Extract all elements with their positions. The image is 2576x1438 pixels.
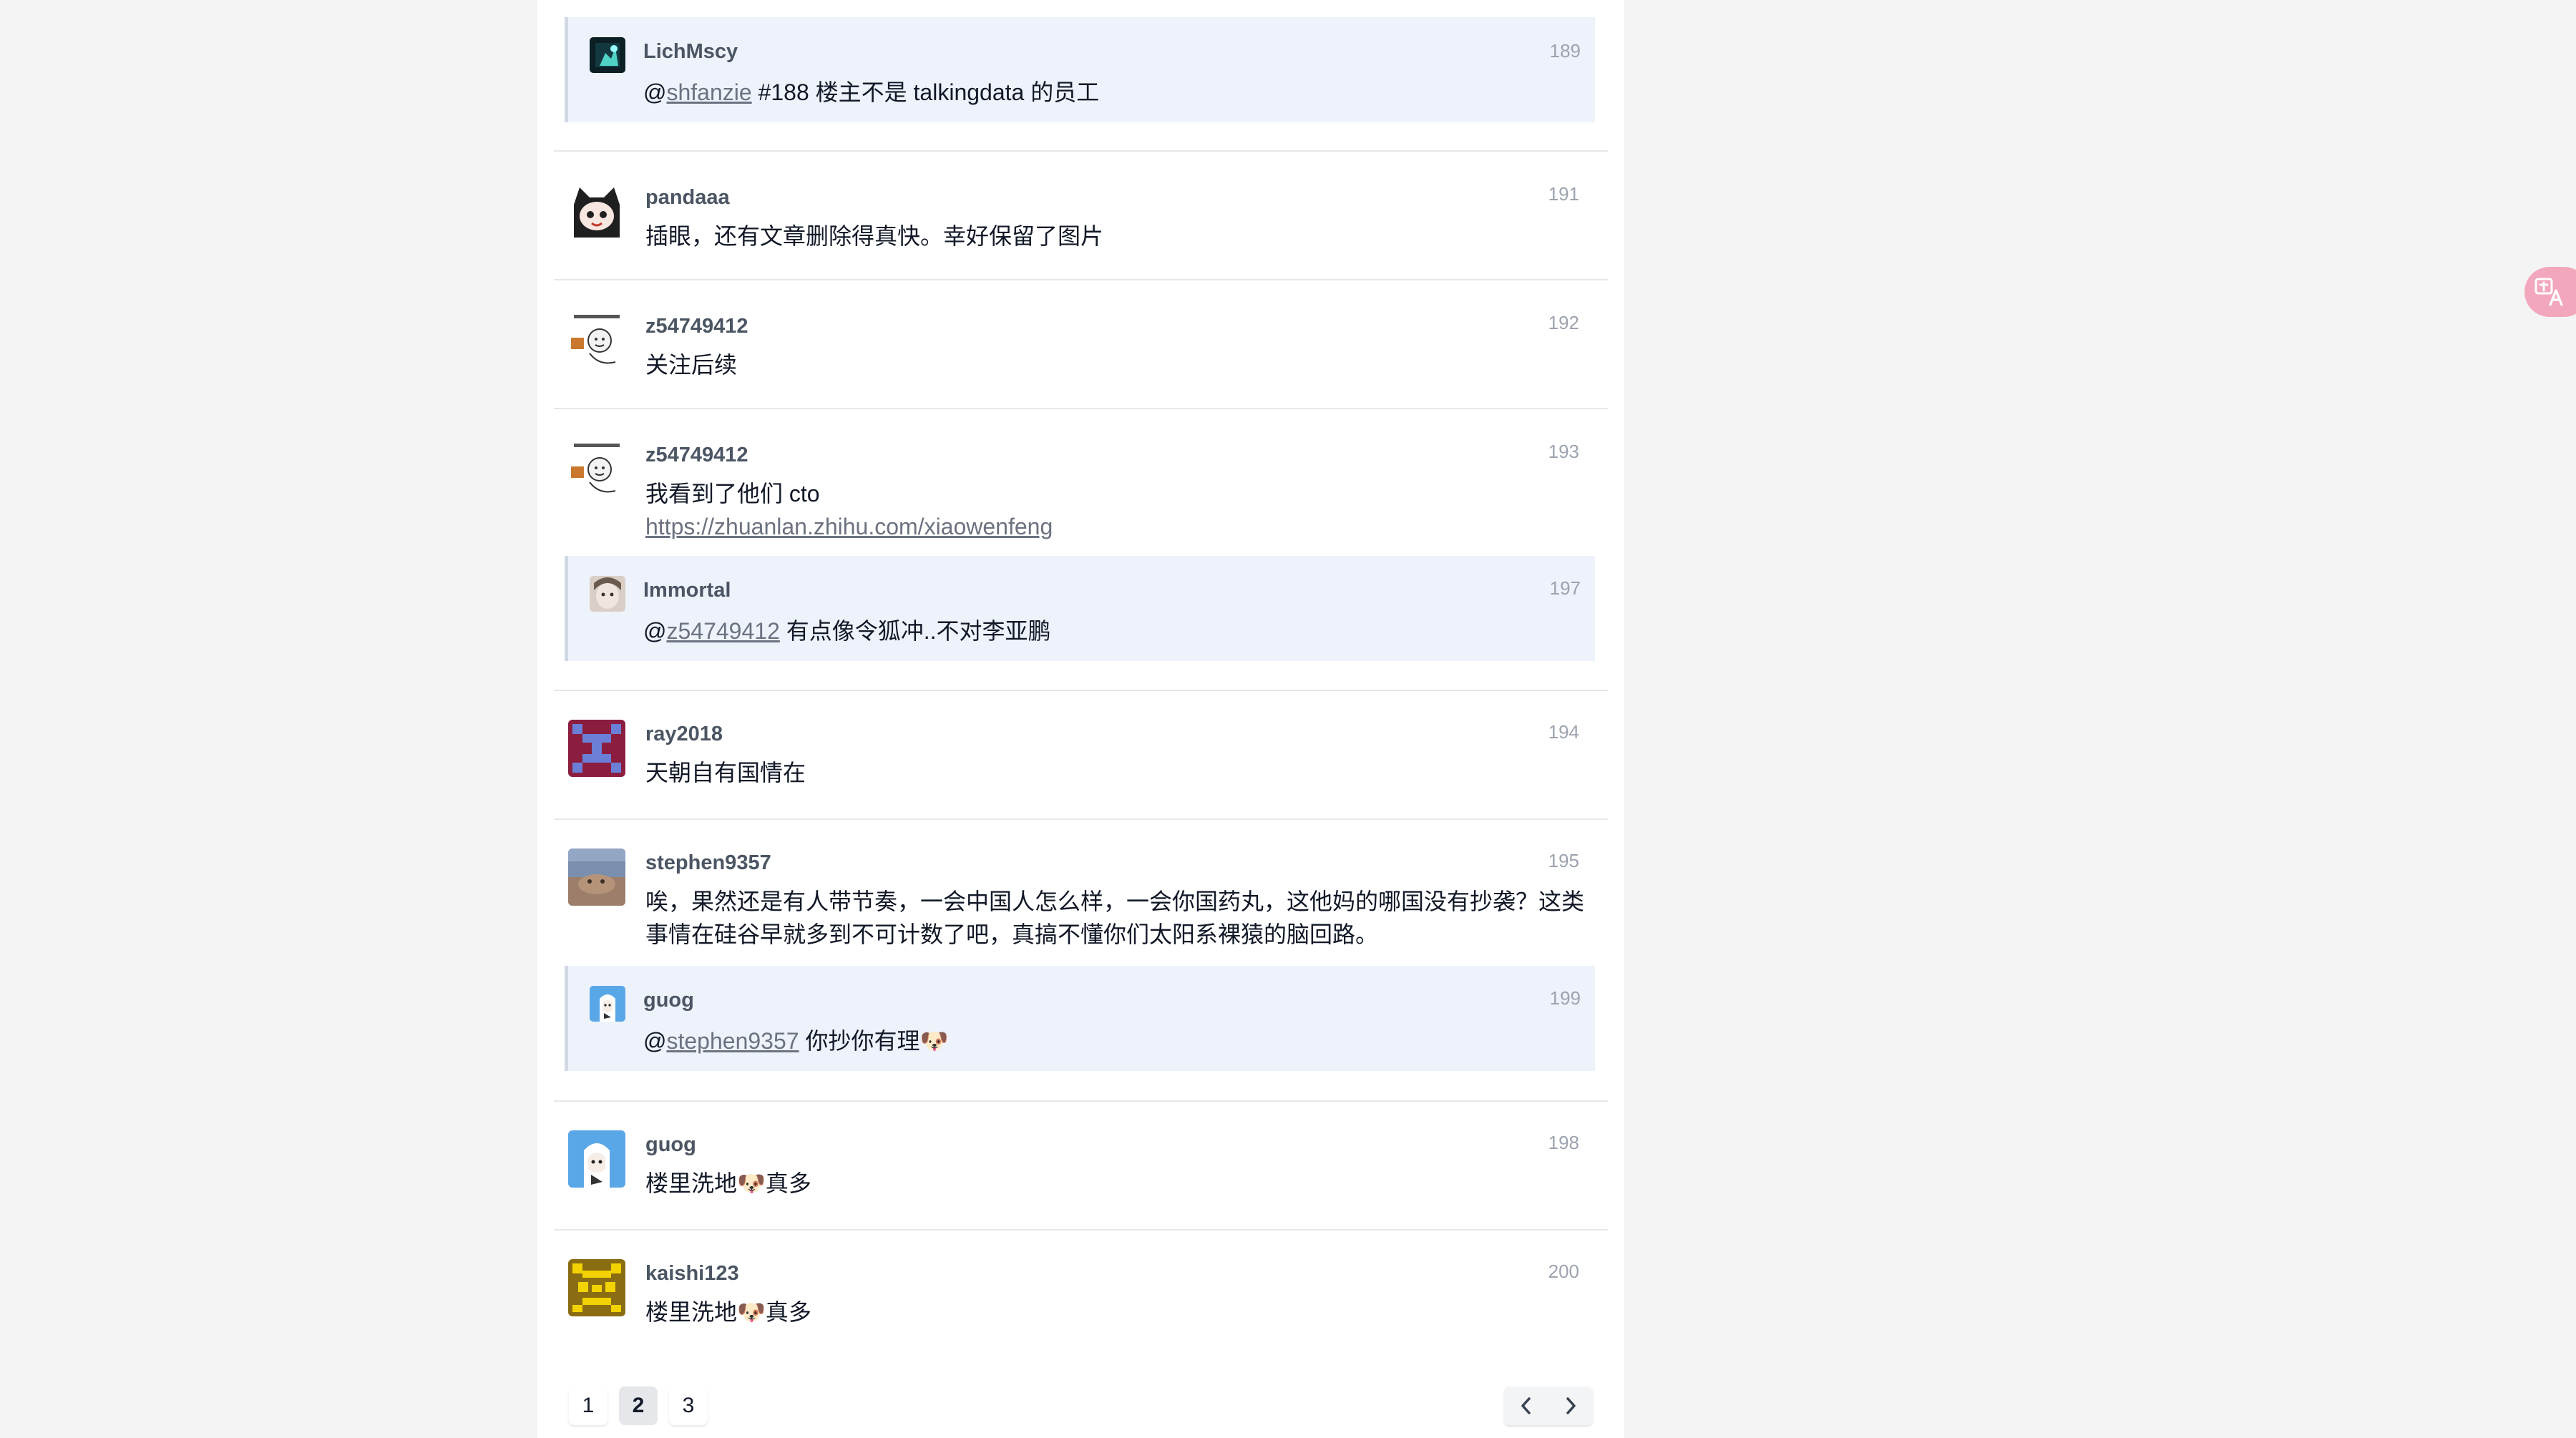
external-link[interactable]: https://zhuanlan.zhihu.com/xiaowenfeng — [645, 514, 1053, 539]
previous-page-button[interactable] — [1504, 1386, 1548, 1425]
reply-text: 有点像令狐冲..不对李亚鹏 — [779, 618, 1051, 644]
page-3-button[interactable]: 3 — [669, 1386, 708, 1425]
cat-hood-avatar-icon — [568, 183, 625, 240]
photo-avatar-icon — [590, 576, 625, 612]
chevron-right-icon — [1566, 1397, 1576, 1414]
username[interactable]: stephen9357 — [645, 851, 771, 875]
list-item: z54749412 192 关注后续 — [554, 280, 1608, 409]
list-item: LichMscy 189 @shfanzie #188 楼主不是 talking… — [554, 0, 1608, 152]
avatar[interactable] — [568, 183, 625, 240]
reply-block: LichMscy 189 @shfanzie #188 楼主不是 talking… — [565, 17, 1595, 122]
floor-number: 189 — [1549, 40, 1581, 62]
floor-number: 195 — [1548, 850, 1579, 871]
mention-prefix: @ — [643, 79, 667, 105]
floor-number: 191 — [1548, 183, 1579, 205]
reply-block: Immortal 197 @z54749412 有点像令狐冲..不对李亚鹏 — [565, 556, 1595, 661]
avatar[interactable] — [590, 37, 625, 73]
floor-number: 200 — [1548, 1261, 1579, 1282]
floor-number: 198 — [1548, 1132, 1579, 1153]
post-content: 插眼，还有文章删除得真快。幸好保留了图片 — [645, 223, 1104, 249]
mention-prefix: @ — [643, 1028, 667, 1054]
translate-button[interactable] — [2524, 267, 2576, 317]
post-content: 唉，果然还是有人带节奏，一会中国人怎么样，一会你国药丸，这他妈的哪国没有抄袭？这… — [645, 889, 1585, 947]
post-content: 关注后续 — [645, 352, 738, 378]
username[interactable]: kaishi123 — [645, 1262, 739, 1286]
anime-avatar-icon — [590, 986, 625, 1022]
reply-text: #188 楼主不是 talkingdata 的员工 — [751, 79, 1100, 105]
floor-number: 192 — [1548, 312, 1579, 333]
reply-content: @stephen9357 你抄你有理🐶 — [643, 1024, 1581, 1057]
reply-block: guog 199 @stephen9357 你抄你有理🐶 — [565, 966, 1595, 1071]
list-item: z54749412 193 我看到了他们 cto https://zhuanla… — [554, 409, 1608, 691]
thread-column: LichMscy 189 @shfanzie #188 楼主不是 talking… — [537, 0, 1624, 1438]
username[interactable]: pandaaa — [645, 186, 730, 210]
list-item: stephen9357 195 唉，果然还是有人带节奏，一会中国人怎么样，一会你… — [554, 820, 1608, 1102]
avatar[interactable] — [590, 986, 625, 1022]
list-item: ray2018 194 天朝自有国情在 — [554, 691, 1608, 820]
avatar[interactable] — [568, 312, 625, 369]
pixel-identicon-avatar-icon — [568, 720, 625, 777]
avatar[interactable] — [568, 441, 625, 498]
reply-content: @z54749412 有点像令狐冲..不对李亚鹏 — [643, 615, 1581, 647]
list-item: guog 198 楼里洗地🐶真多 — [554, 1102, 1608, 1231]
floor-number: 194 — [1548, 721, 1579, 743]
anime-avatar-icon — [568, 1130, 625, 1188]
floor-number: 199 — [1549, 987, 1581, 1009]
floor-number: 197 — [1549, 577, 1581, 599]
post-content: 楼里洗地🐶真多 — [645, 1299, 811, 1325]
username[interactable]: Immortal — [643, 579, 731, 602]
post-content: 楼里洗地🐶真多 — [645, 1170, 811, 1196]
next-page-button[interactable] — [1548, 1386, 1593, 1425]
dark-avatar-icon — [590, 37, 625, 73]
list-item: pandaaa 191 插眼，还有文章删除得真快。幸好保留了图片 — [554, 152, 1608, 280]
avatar[interactable] — [568, 720, 625, 777]
list-item: kaishi123 200 楼里洗地🐶真多 — [554, 1231, 1608, 1366]
pager-nav — [1504, 1386, 1593, 1425]
avatar[interactable] — [568, 848, 625, 906]
mention-prefix: @ — [643, 618, 667, 644]
avatar[interactable] — [590, 576, 625, 612]
translate-icon — [2534, 278, 2563, 306]
mention-link[interactable]: z54749412 — [666, 618, 779, 644]
pagination: 1 2 3 — [569, 1386, 708, 1425]
username[interactable]: guog — [643, 989, 694, 1012]
chevron-left-icon — [1521, 1397, 1531, 1414]
page-1-button[interactable]: 1 — [569, 1386, 608, 1425]
meme-sticker-avatar-icon — [568, 441, 625, 498]
avatar[interactable] — [568, 1130, 625, 1188]
meme-sticker-avatar-icon — [568, 312, 625, 369]
avatar[interactable] — [568, 1259, 625, 1316]
mention-link[interactable]: stephen9357 — [666, 1028, 799, 1054]
photo-avatar-icon — [568, 848, 625, 906]
post-content: 天朝自有国情在 — [645, 760, 806, 786]
username[interactable]: z54749412 — [645, 315, 748, 338]
username[interactable]: LichMscy — [643, 40, 738, 64]
page-2-button[interactable]: 2 — [619, 1386, 658, 1425]
post-text: 我看到了他们 cto — [645, 481, 820, 507]
username[interactable]: guog — [645, 1133, 696, 1157]
reply-text: 你抄你有理🐶 — [799, 1028, 949, 1054]
mention-link[interactable]: shfanzie — [666, 79, 751, 105]
floor-number: 193 — [1548, 441, 1579, 462]
post-content: 我看到了他们 cto https://zhuanlan.zhihu.com/xi… — [645, 477, 1592, 543]
username[interactable]: ray2018 — [645, 723, 723, 746]
reply-content: @shfanzie #188 楼主不是 talkingdata 的员工 — [643, 76, 1581, 109]
pixel-identicon-avatar-icon — [568, 1259, 625, 1316]
username[interactable]: z54749412 — [645, 444, 748, 467]
